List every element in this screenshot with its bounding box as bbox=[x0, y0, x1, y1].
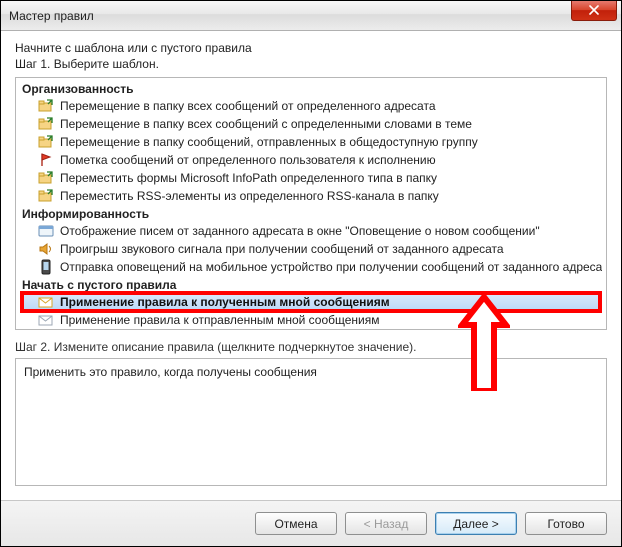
template-item[interactable]: Перемещение в папку сообщений, отправлен… bbox=[16, 133, 606, 151]
button-label: Готово bbox=[547, 517, 584, 531]
mobile-icon bbox=[38, 259, 54, 275]
flag-icon bbox=[38, 152, 54, 168]
template-item-selected[interactable]: Применение правила к полученным мной соо… bbox=[22, 293, 600, 311]
template-label: Переместить формы Microsoft InfoPath опр… bbox=[60, 171, 437, 185]
move-folder-icon bbox=[38, 134, 54, 150]
close-button[interactable] bbox=[571, 1, 617, 21]
alert-window-icon bbox=[38, 223, 54, 239]
next-button[interactable]: Далее > bbox=[435, 512, 517, 535]
template-label: Пометка сообщений от определенного польз… bbox=[60, 153, 436, 167]
template-label: Применение правила к отправленным мной с… bbox=[60, 313, 380, 327]
template-item[interactable]: Переместить RSS-элементы из определенног… bbox=[16, 187, 606, 205]
back-button[interactable]: < Назад bbox=[345, 512, 427, 535]
group-header-org: Организованность bbox=[16, 80, 606, 97]
template-label: Отправка оповещений на мобильное устройс… bbox=[60, 260, 602, 274]
move-folder-icon bbox=[38, 98, 54, 114]
step1-label: Шаг 1. Выберите шаблон. bbox=[15, 57, 607, 71]
template-item[interactable]: Отправка оповещений на мобильное устройс… bbox=[16, 258, 606, 276]
button-label: Отмена bbox=[274, 517, 317, 531]
template-item[interactable]: Отображение писем от заданного адресата … bbox=[16, 222, 606, 240]
template-list: Организованность Перемещение в папку все… bbox=[15, 77, 607, 330]
mail-in-icon bbox=[38, 294, 54, 310]
template-item[interactable]: Применение правила к отправленным мной с… bbox=[16, 311, 606, 329]
template-label: Отображение писем от заданного адресата … bbox=[60, 224, 540, 238]
template-item[interactable]: Переместить формы Microsoft InfoPath опр… bbox=[16, 169, 606, 187]
template-label: Проигрыш звукового сигнала при получении… bbox=[60, 242, 504, 256]
move-folder-icon bbox=[38, 116, 54, 132]
template-label: Переместить RSS-элементы из определенног… bbox=[60, 189, 439, 203]
titlebar: Мастер правил bbox=[1, 1, 621, 31]
window-title: Мастер правил bbox=[9, 9, 94, 23]
finish-button[interactable]: Готово bbox=[525, 512, 607, 535]
dialog-content: Начните с шаблона или с пустого правила … bbox=[1, 31, 621, 486]
move-folder-icon bbox=[38, 188, 54, 204]
button-label: < Назад bbox=[364, 517, 409, 531]
template-item[interactable]: Перемещение в папку всех сообщений с опр… bbox=[16, 115, 606, 133]
template-item[interactable]: Проигрыш звукового сигнала при получении… bbox=[16, 240, 606, 258]
button-label: Далее > bbox=[453, 517, 499, 531]
group-header-blank: Начать с пустого правила bbox=[16, 276, 606, 293]
mail-out-icon bbox=[38, 312, 54, 328]
move-folder-icon bbox=[38, 170, 54, 186]
rule-description-text: Применить это правило, когда получены со… bbox=[24, 365, 317, 379]
group-header-inform: Информированность bbox=[16, 205, 606, 222]
rule-description-panel[interactable]: Применить это правило, когда получены со… bbox=[15, 358, 607, 486]
template-label: Перемещение в папку всех сообщений с опр… bbox=[60, 117, 472, 131]
template-item[interactable]: Перемещение в папку всех сообщений от оп… bbox=[16, 97, 606, 115]
button-bar: Отмена < Назад Далее > Готово bbox=[1, 500, 621, 546]
template-label: Перемещение в папку всех сообщений от оп… bbox=[60, 99, 436, 113]
intro-text: Начните с шаблона или с пустого правила bbox=[15, 41, 607, 55]
sound-icon bbox=[38, 241, 54, 257]
template-label: Применение правила к полученным мной соо… bbox=[60, 295, 390, 309]
step2-label: Шаг 2. Измените описание правила (щелкни… bbox=[15, 340, 607, 354]
template-label: Перемещение в папку сообщений, отправлен… bbox=[60, 135, 478, 149]
template-item[interactable]: Пометка сообщений от определенного польз… bbox=[16, 151, 606, 169]
close-icon bbox=[589, 4, 599, 18]
cancel-button[interactable]: Отмена bbox=[255, 512, 337, 535]
